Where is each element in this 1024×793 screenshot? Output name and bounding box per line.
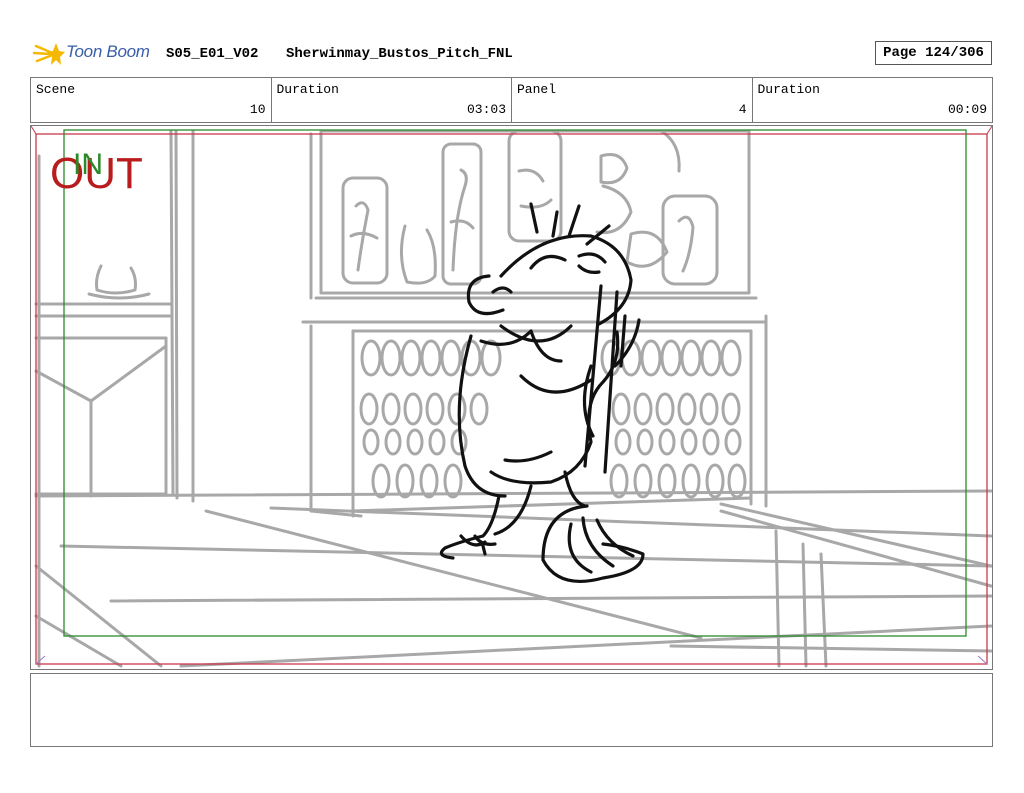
- out-frame: [35, 133, 988, 665]
- scene-cell: Scene 10: [31, 78, 272, 122]
- character-sketch: [439, 202, 645, 583]
- panel-value: 4: [738, 102, 747, 117]
- logo-text: Toon Boom: [66, 42, 150, 61]
- panel-cell: Panel 4: [512, 78, 753, 122]
- panel-duration-cell: Duration 00:09: [753, 78, 993, 122]
- jar-rows: [359, 339, 747, 499]
- page-number: Page 124/306: [875, 41, 992, 65]
- notes-box: [30, 673, 993, 747]
- episode-code: S05_E01_V02: [166, 46, 259, 62]
- in-frame: [63, 129, 967, 637]
- panel-label: Panel: [517, 82, 557, 97]
- storyboard-panel: OUT IN: [30, 125, 993, 670]
- panel-sketch: OUT IN: [31, 126, 992, 668]
- scene-duration-cell: Duration 03:03: [272, 78, 512, 122]
- panel-duration-label: Duration: [757, 82, 820, 97]
- scene-duration-label: Duration: [276, 82, 339, 97]
- scene-duration-value: 03:03: [466, 102, 506, 117]
- in-label: IN: [73, 148, 103, 181]
- toon-boom-logo: Toon Boom: [32, 38, 162, 70]
- panel-duration-value: 00:09: [947, 102, 987, 117]
- header: Toon Boom S05_E01_V02 Sherwinmay_Bustos_…: [32, 38, 992, 70]
- scene-value: 10: [249, 102, 266, 117]
- project-name: Sherwinmay_Bustos_Pitch_FNL: [286, 46, 513, 62]
- background-sketch: [34, 129, 992, 668]
- scene-info-bar: Scene 10 Duration 03:03 Panel 4 Duration…: [30, 77, 993, 123]
- scene-label: Scene: [36, 82, 76, 97]
- logo-star-icon: [32, 43, 65, 65]
